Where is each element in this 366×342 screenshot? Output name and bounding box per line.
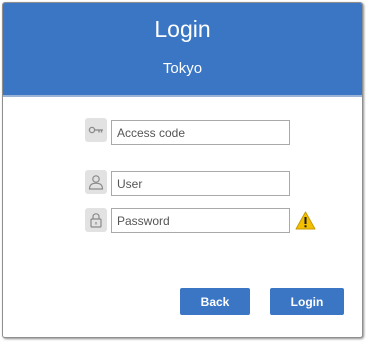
access-code-input[interactable] (111, 120, 290, 145)
user-input[interactable] (111, 171, 290, 196)
warning-icon (295, 211, 316, 230)
dialog-title: Login (154, 16, 211, 42)
lock-icon (85, 208, 107, 232)
login-dialog: Login Tokyo Back Login (2, 2, 363, 338)
back-button[interactable]: Back (180, 288, 250, 315)
dialog-header: Login Tokyo (3, 3, 362, 97)
location-subtitle: Tokyo (162, 60, 203, 77)
login-button[interactable]: Login (270, 288, 344, 315)
user-icon (85, 170, 107, 194)
key-icon (85, 118, 107, 142)
password-input[interactable] (111, 208, 290, 233)
